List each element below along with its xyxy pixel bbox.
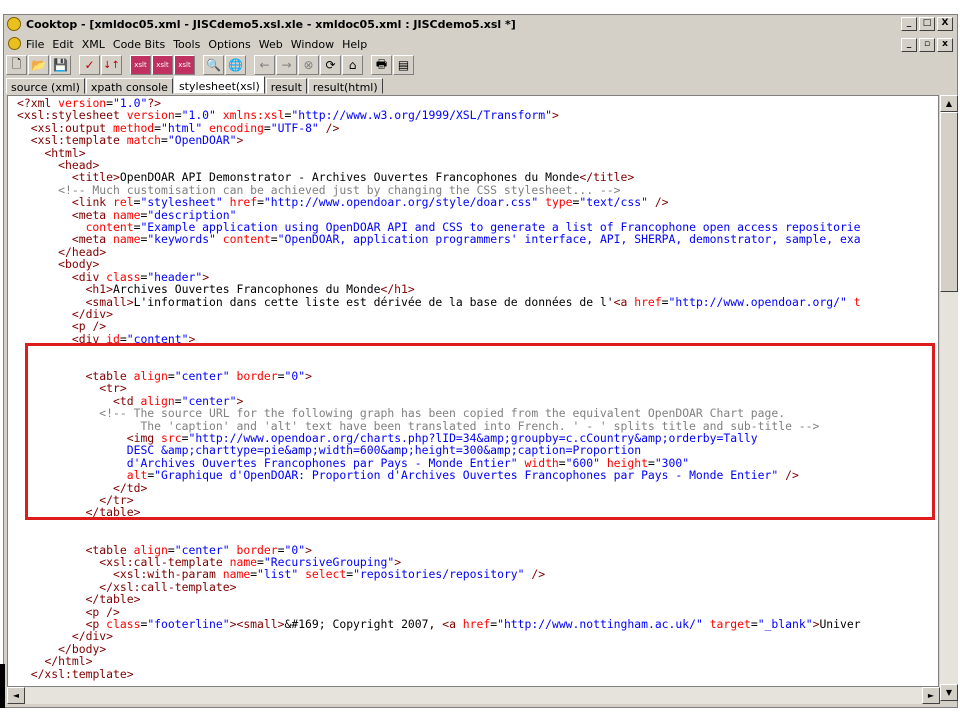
menu-help[interactable]: Help [342, 38, 367, 51]
menu-tools[interactable]: Tools [173, 38, 200, 51]
menu-file[interactable]: File [26, 38, 44, 51]
scroll-up-button[interactable]: ▲ [940, 95, 958, 112]
stop-icon[interactable]: ⊗ [298, 55, 319, 75]
tab-strip: source (xml) xpath console stylesheet(xs… [6, 76, 384, 96]
code-editor[interactable]: <?xml version="1.0"?> <xsl:stylesheet ve… [7, 95, 939, 687]
xslt-view-icon[interactable]: xslt [152, 55, 173, 75]
binoculars-find-icon[interactable]: 🔍 [203, 55, 224, 75]
vertical-scrollbar[interactable]: ▲ ▼ [940, 95, 958, 701]
doc-restore-button[interactable]: ▫ [919, 38, 935, 52]
tab-source-xml[interactable]: source (xml) [6, 78, 85, 94]
forward-arrow-icon[interactable]: → [276, 55, 297, 75]
back-arrow-icon[interactable]: ← [254, 55, 275, 75]
title-bar[interactable]: Cooktop - [xmldoc05.xml - JISCdemo5.xsl.… [4, 15, 957, 35]
menu-options[interactable]: Options [208, 38, 250, 51]
app-window: Cooktop - [xmldoc05.xml - JISCdemo5.xsl.… [3, 14, 958, 708]
minimize-button[interactable]: _ [901, 17, 917, 31]
doc-minimize-button[interactable]: _ [901, 38, 917, 52]
menu-xml[interactable]: XML [82, 38, 105, 51]
save-icon[interactable]: 💾 [50, 55, 71, 75]
horizontal-scrollbar[interactable]: ◄ ► [7, 687, 940, 704]
tab-result[interactable]: result [265, 78, 307, 94]
home-icon[interactable]: ⌂ [342, 55, 363, 75]
xslt-edit-icon[interactable]: xslt [174, 55, 195, 75]
app-icon [7, 17, 21, 31]
tab-result-html[interactable]: result(html) [307, 78, 383, 94]
toolbar: 🗋 📂 💾 ✓ ↓↑ xslt xslt xslt 🔍 🌐 ← → ⊗ ⟳ ⌂ … [6, 54, 414, 76]
open-folder-icon[interactable]: 📂 [28, 55, 49, 75]
tab-xpath-console[interactable]: xpath console [85, 78, 173, 94]
properties-icon[interactable]: ▤ [393, 55, 414, 75]
scroll-right-button[interactable]: ► [922, 687, 940, 704]
print-icon[interactable]: 🖶 [371, 55, 392, 75]
close-button[interactable]: X [937, 17, 953, 31]
scroll-down-button[interactable]: ▼ [940, 684, 958, 701]
restore-button[interactable]: □ [919, 17, 935, 31]
edge-mark [0, 664, 5, 708]
browse-globe-icon[interactable]: 🌐 [225, 55, 246, 75]
menu-bar: File Edit XML Code Bits Tools Options We… [4, 36, 957, 53]
doc-close-button[interactable]: x [937, 38, 953, 52]
sort-icon[interactable]: ↓↑ [101, 55, 122, 75]
xslt-run-icon[interactable]: xslt [130, 55, 151, 75]
vertical-scroll-thumb[interactable] [940, 112, 958, 292]
code-text[interactable]: <?xml version="1.0"?> <xsl:stylesheet ve… [17, 97, 861, 686]
scroll-left-button[interactable]: ◄ [7, 687, 25, 704]
menu-edit[interactable]: Edit [52, 38, 73, 51]
menu-window[interactable]: Window [291, 38, 334, 51]
validate-check-icon[interactable]: ✓ [79, 55, 100, 75]
menu-web[interactable]: Web [259, 38, 283, 51]
menu-code-bits[interactable]: Code Bits [113, 38, 165, 51]
document-icon[interactable] [8, 37, 21, 50]
refresh-icon[interactable]: ⟳ [320, 55, 341, 75]
new-file-icon[interactable]: 🗋 [6, 55, 27, 75]
window-title: Cooktop - [xmldoc05.xml - JISCdemo5.xsl.… [26, 18, 516, 31]
tab-stylesheet-xsl[interactable]: stylesheet(xsl) [173, 76, 265, 94]
